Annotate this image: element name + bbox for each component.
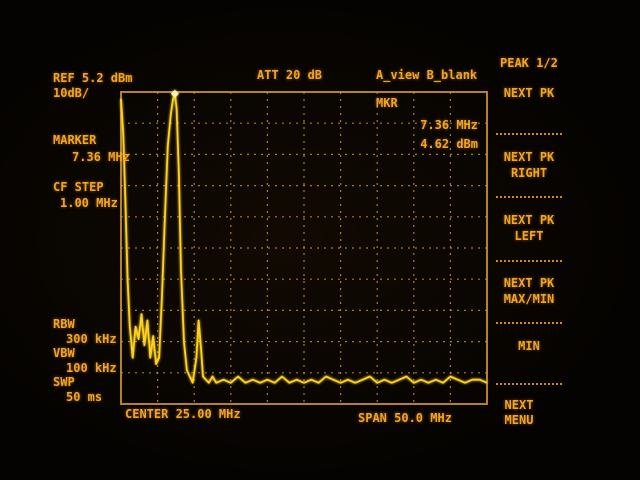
softkey-divider xyxy=(496,260,562,262)
center-frequency: CENTER 25.00 MHz xyxy=(125,407,241,421)
softkey-next-menu[interactable]: NEXT MENU xyxy=(494,399,544,427)
softkey-label: NEXT PK xyxy=(503,86,555,100)
softkey-next-peak-right[interactable]: NEXT PK RIGHT xyxy=(494,151,564,180)
softkey-divider xyxy=(496,322,562,324)
softkey-label: RIGHT xyxy=(510,166,548,180)
softkey-next-peak[interactable]: NEXT PK xyxy=(494,87,564,100)
marker-label: MARKER xyxy=(53,133,97,147)
ref-level: REF 5.2 dBm xyxy=(53,71,133,85)
softkey-label: NEXT PK xyxy=(503,276,555,290)
mkr-frequency: 7.36 MHz xyxy=(420,118,478,132)
softkey-label: MAX/MIN xyxy=(503,292,555,306)
softkey-label: NEXT PK xyxy=(503,150,555,164)
softkey-label: MENU xyxy=(504,413,534,427)
analyzer-screen: REF 5.2 dBm 10dB/ ATT 20 dB A_view B_bla… xyxy=(0,0,640,480)
view-mode: A_view B_blank xyxy=(376,68,478,82)
softkey-label: LEFT xyxy=(514,229,544,243)
softkey-label: NEXT PK xyxy=(503,213,555,227)
vbw-value: 100 kHz xyxy=(66,361,117,375)
softkey-divider xyxy=(496,133,562,135)
softkey-divider xyxy=(496,383,562,385)
softkey-menu-title: PEAK 1/2 xyxy=(500,56,558,70)
swp-label: SWP xyxy=(53,375,75,389)
swp-value: 50 ms xyxy=(66,390,103,404)
softkey-label: NEXT xyxy=(504,398,534,412)
mkr-amplitude: 4.62 dBm xyxy=(420,137,478,151)
span-value: SPAN 50.0 MHz xyxy=(358,411,452,425)
marker-value: 7.36 MHz xyxy=(72,150,130,164)
softkey-next-peak-max-min[interactable]: NEXT PK MAX/MIN xyxy=(494,277,564,306)
rbw-label: RBW xyxy=(53,317,75,331)
scale-per-div: 10dB/ xyxy=(53,86,90,100)
cf-step-value: 1.00 MHz xyxy=(60,196,118,210)
vbw-label: VBW xyxy=(53,346,75,360)
softkey-min[interactable]: MIN xyxy=(494,340,564,353)
softkey-divider xyxy=(496,196,562,198)
softkey-label: MIN xyxy=(518,339,540,353)
rbw-value: 300 kHz xyxy=(66,332,117,346)
cf-step-label: CF STEP xyxy=(53,180,104,194)
attenuation: ATT 20 dB xyxy=(257,68,323,82)
softkey-next-peak-left[interactable]: NEXT PK LEFT xyxy=(494,214,564,243)
mkr-label: MKR xyxy=(376,96,398,110)
